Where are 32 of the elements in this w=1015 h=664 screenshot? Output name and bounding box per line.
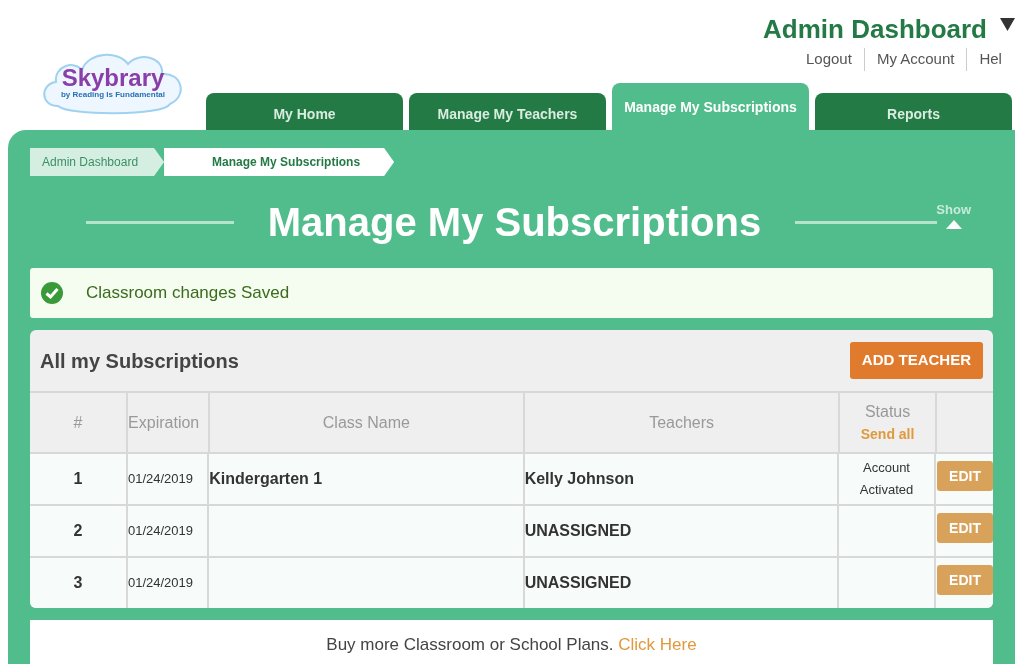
- show-toggle[interactable]: Show: [936, 200, 971, 229]
- table-cell-text: Kindergarten 1: [209, 469, 323, 489]
- table-cell: 3: [30, 558, 128, 608]
- table-cell: 01/24/2019: [127, 558, 210, 608]
- status-text: Account Activated: [858, 459, 915, 499]
- column-header-label: Status: [864, 402, 911, 422]
- breadcrumb-item[interactable]: Manage My Subscriptions: [164, 148, 395, 176]
- check-icon: [40, 281, 64, 305]
- triangle-up-icon: [945, 219, 962, 229]
- table-cell-text: UNASSIGNED: [524, 521, 632, 541]
- nav-tab[interactable]: My Home: [206, 93, 403, 130]
- add-teacher-button[interactable]: ADD TEACHER: [849, 342, 983, 379]
- edit-button[interactable]: EDIT: [937, 565, 993, 595]
- success-message: Classroom changes Saved: [30, 268, 993, 318]
- nav-tab[interactable]: Reports: [815, 93, 1012, 130]
- footer-text: Buy more Classroom or School Plans. Click Here: [326, 634, 697, 656]
- click-here-link[interactable]: Click Here: [618, 635, 697, 654]
- card-title: All my Subscriptions: [40, 348, 239, 374]
- header-link[interactable]: Hel: [979, 50, 1002, 67]
- table-cell-text: Kelly Johnson: [524, 469, 634, 489]
- page-title: Manage My Subscriptions: [267, 199, 762, 246]
- dashboard-title: Admin Dashboard: [763, 13, 987, 46]
- send-all-link[interactable]: Send all: [860, 424, 915, 445]
- edit-button[interactable]: EDIT: [937, 461, 993, 491]
- header-link[interactable]: My Account: [876, 50, 955, 67]
- header-link[interactable]: Logout: [806, 50, 852, 67]
- breadcrumb-item[interactable]: Admin Dashboard: [30, 148, 165, 176]
- table-cell-text: UNASSIGNED: [524, 573, 632, 593]
- nav-tab[interactable]: Manage My Subscriptions: [612, 83, 809, 130]
- nav-tab[interactable]: Manage My Teachers: [409, 93, 606, 130]
- edit-button[interactable]: EDIT: [937, 513, 993, 543]
- caret-icon[interactable]: [1000, 18, 1015, 31]
